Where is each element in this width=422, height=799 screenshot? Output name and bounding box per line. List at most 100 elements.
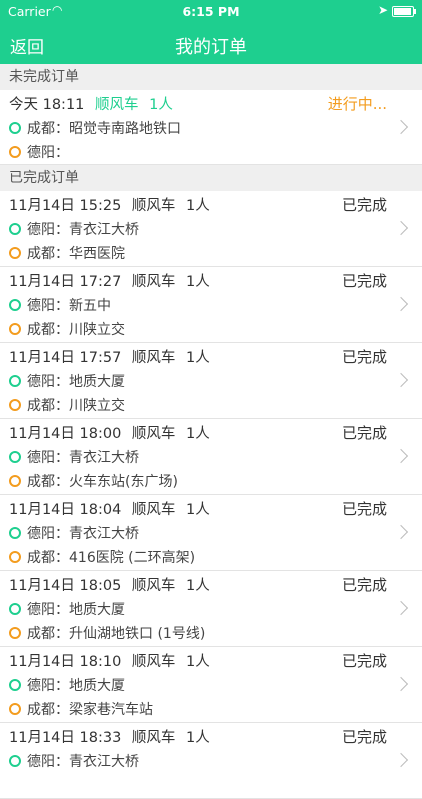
order-list[interactable]: 未完成订单 今天 18:11 顺风车 1人 进行中... 成都： 昭觉寺南路地铁… [0,64,422,799]
order-origin: 德阳： 青衣江大桥 [9,447,139,467]
destination-city: 成都： [27,246,69,262]
origin-dot-icon [9,375,21,387]
order-summary: 11月14日 17:27 顺风车 1人 [9,270,216,291]
order-summary: 11月14日 18:33 顺风车 1人 [9,726,216,747]
origin-place: 昭觉寺南路地铁口 [69,121,181,137]
completed-order-row[interactable]: 11月14日 18:00 顺风车 1人 已完成 德阳： 青衣江大桥 成都： 火车… [0,419,422,495]
completed-order-row[interactable]: 11月14日 18:33 顺风车 1人 已完成 德阳： 青衣江大桥 [0,723,422,799]
destination-place: 华西医院 [69,246,125,262]
origin-city: 德阳： [27,754,69,770]
destination-place: 梁家巷汽车站 [69,702,153,718]
order-status: 已完成 [341,424,387,442]
order-destination: 成都： 火车东站(东广场) [9,471,178,491]
origin-city: 德阳： [27,450,69,466]
destination-place: 火车东站(东广场) [69,474,178,490]
order-type: 顺风车 [131,274,176,290]
destination-dot-icon [9,703,21,715]
order-origin: 德阳： 青衣江大桥 [9,751,139,771]
chevron-right-icon [393,296,409,312]
order-status: 已完成 [341,728,387,746]
destination-dot-icon [9,475,21,487]
destination-dot-icon [9,627,21,639]
origin-place: 青衣江大桥 [69,754,139,770]
completed-order-row[interactable]: 11月14日 17:57 顺风车 1人 已完成 德阳： 地质大厦 成都： 川陕立… [0,343,422,419]
order-type: 顺风车 [131,578,176,594]
destination-city: 成都： [27,626,69,642]
order-origin: 德阳： 地质大厦 [9,675,125,695]
order-status: 已完成 [341,348,387,366]
origin-dot-icon [9,122,21,134]
destination-dot-icon [9,551,21,563]
order-passenger-count: 1人 [186,578,210,594]
order-time: 11月14日 15:25 [9,198,122,214]
order-summary: 11月14日 15:25 顺风车 1人 [9,194,216,215]
order-origin: 德阳： 新五中 [9,295,111,315]
destination-city: 成都： [27,322,69,338]
origin-place: 地质大厦 [69,678,125,694]
chevron-right-icon [393,524,409,540]
completed-order-row[interactable]: 11月14日 17:27 顺风车 1人 已完成 德阳： 新五中 成都： 川陕立交 [0,267,422,343]
order-passenger-count: 1人 [186,426,210,442]
order-origin: 德阳： 地质大厦 [9,599,125,619]
order-passenger-count: 1人 [186,350,210,366]
origin-dot-icon [9,223,21,235]
order-summary: 11月14日 18:00 顺风车 1人 [9,422,216,443]
order-passenger-count: 1人 [186,274,210,290]
status-bar: Carrier ◠ 6:15 PM ➤ [0,0,422,22]
destination-dot-icon [9,146,21,158]
order-type: 顺风车 [95,97,139,113]
origin-city: 成都： [27,121,69,137]
order-summary: 11月14日 18:05 顺风车 1人 [9,574,216,595]
destination-place: 416医院 (二环高架) [69,550,196,566]
order-status: 已完成 [341,196,387,214]
order-type: 顺风车 [131,654,176,670]
origin-city: 德阳： [27,374,69,390]
chevron-right-icon [393,676,409,692]
chevron-right-icon [393,448,409,464]
order-summary: 11月14日 18:04 顺风车 1人 [9,498,216,519]
origin-city: 德阳： [27,602,69,618]
order-passenger-count: 1人 [149,97,173,113]
completed-order-row[interactable]: 11月14日 18:04 顺风车 1人 已完成 德阳： 青衣江大桥 成都： 41… [0,495,422,571]
origin-city: 德阳： [27,678,69,694]
destination-city: 成都： [27,702,69,718]
order-origin: 德阳： 青衣江大桥 [9,523,139,543]
order-status: 已完成 [341,500,387,518]
order-passenger-count: 1人 [186,502,210,518]
order-destination: 成都： 升仙湖地铁口 (1号线) [9,623,205,643]
order-destination: 成都： 梁家巷汽车站 [9,699,153,719]
origin-dot-icon [9,679,21,691]
chevron-right-icon [393,119,409,135]
order-status: 已完成 [341,272,387,290]
order-origin: 德阳： 青衣江大桥 [9,219,139,239]
completed-order-row[interactable]: 11月14日 18:10 顺风车 1人 已完成 德阳： 地质大厦 成都： 梁家巷… [0,647,422,723]
destination-place: 升仙湖地铁口 (1号线) [69,626,206,642]
order-type: 顺风车 [131,730,176,746]
origin-place: 青衣江大桥 [69,526,139,542]
order-passenger-count: 1人 [186,198,210,214]
origin-dot-icon [9,603,21,615]
status-time: 6:15 PM [182,4,240,19]
pending-order-row[interactable]: 今天 18:11 顺风车 1人 进行中... 成都： 昭觉寺南路地铁口 德阳： [0,90,422,165]
completed-order-row[interactable]: 11月14日 15:25 顺风车 1人 已完成 德阳： 青衣江大桥 成都： 华西… [0,191,422,267]
order-summary: 11月14日 18:10 顺风车 1人 [9,650,216,671]
chevron-right-icon [393,752,409,768]
order-destination: 成都： 川陕立交 [9,319,125,339]
order-destination: 成都： 华西医院 [9,243,125,263]
destination-dot-icon [9,247,21,259]
order-time: 11月14日 18:00 [9,426,122,442]
order-destination: 成都： 川陕立交 [9,395,125,415]
completed-order-row[interactable]: 11月14日 18:05 顺风车 1人 已完成 德阳： 地质大厦 成都： 升仙湖… [0,571,422,647]
order-time: 11月14日 18:04 [9,502,122,518]
origin-place: 青衣江大桥 [69,222,139,238]
order-summary: 11月14日 17:57 顺风车 1人 [9,346,216,367]
order-status: 已完成 [341,576,387,594]
order-passenger-count: 1人 [186,654,210,670]
destination-city: 成都： [27,398,69,414]
order-type: 顺风车 [131,426,176,442]
order-status: 进行中... [327,95,387,113]
chevron-right-icon [393,372,409,388]
chevron-right-icon [393,220,409,236]
destination-city: 德阳： [27,145,69,161]
destination-city: 成都： [27,550,69,566]
